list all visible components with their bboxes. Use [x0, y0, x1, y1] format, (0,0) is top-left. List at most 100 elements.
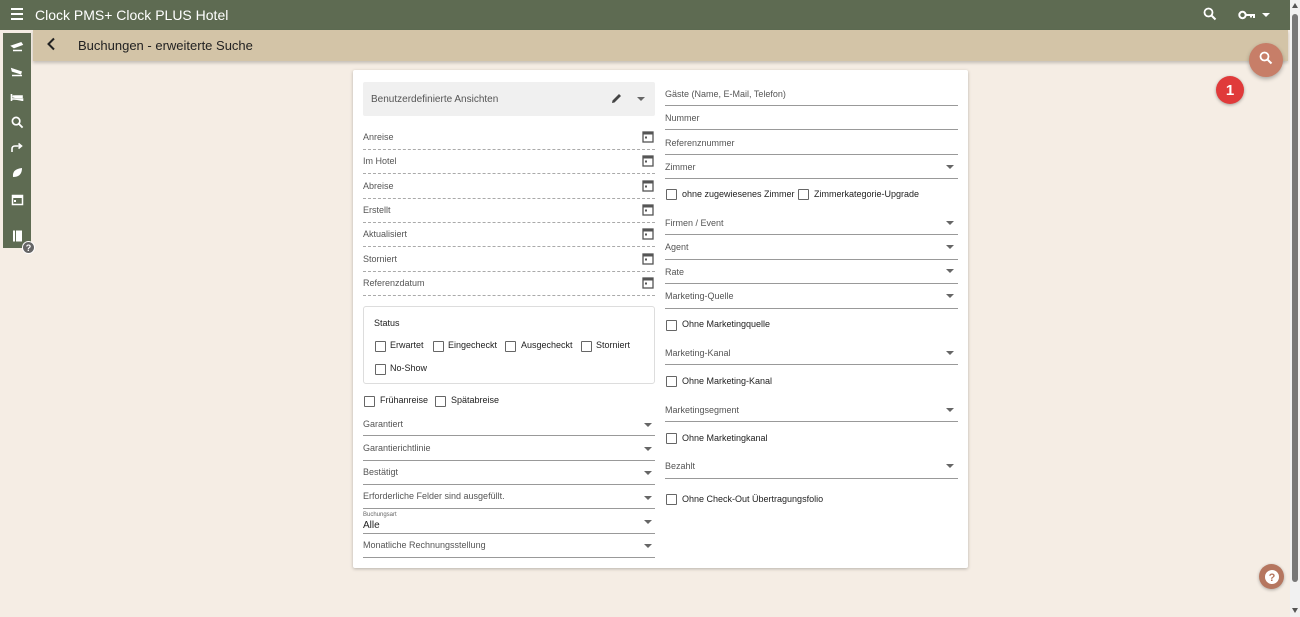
select-label: Zimmer — [665, 162, 696, 172]
checkbox-no-marketing-channel[interactable] — [666, 376, 677, 387]
arrival-plane-icon[interactable] — [10, 64, 24, 78]
checkbox-label: No-Show — [390, 363, 428, 373]
scroll-down-arrow-icon[interactable] — [1292, 608, 1298, 613]
select-label: Buchungsart — [363, 512, 397, 518]
chevron-down-icon — [644, 520, 652, 524]
checkbox-label: Ausgecheckt — [521, 340, 573, 350]
chevron-down-icon — [946, 245, 954, 249]
chevron-down-icon — [946, 165, 954, 169]
select-label: Marketingsegment — [665, 405, 740, 415]
bed-icon[interactable] — [10, 90, 24, 104]
help-question-icon: ? — [1264, 569, 1279, 584]
chevron-down-icon — [644, 471, 652, 475]
field-label: Storniert — [363, 254, 398, 264]
checkbox-cancelled[interactable] — [581, 341, 592, 352]
search-icon[interactable] — [10, 115, 24, 129]
checkbox-room-category-upgrade[interactable] — [798, 189, 809, 200]
select-label: Garantiert — [363, 419, 404, 429]
field-label: Im Hotel — [363, 156, 397, 166]
custom-views-label: Benutzerdefinierte Ansichten — [371, 94, 499, 105]
select-label: Firmen / Event — [665, 218, 724, 228]
select-label: Garantierichtlinie — [363, 443, 431, 453]
chevron-down-icon — [946, 351, 954, 355]
checkbox-label: Frühanreise — [380, 395, 429, 405]
checkbox-label: Erwartet — [390, 340, 424, 350]
field-label: Erstellt — [363, 205, 391, 215]
chevron-down-icon — [644, 496, 652, 500]
checkbox-label: Spätabreise — [451, 395, 500, 405]
scroll-up-arrow-icon[interactable] — [1292, 3, 1298, 8]
scrollbar-thumb[interactable] — [1292, 14, 1298, 582]
account-dropdown-caret-icon[interactable] — [1262, 13, 1270, 17]
book-icon[interactable] — [10, 229, 24, 243]
page-scrollbar[interactable] — [1290, 0, 1300, 617]
checkbox-no-marketing-source[interactable] — [666, 320, 677, 331]
calendar-icon[interactable] — [642, 252, 654, 265]
select-label: Marketing-Kanal — [665, 348, 731, 358]
edit-pencil-icon[interactable] — [610, 92, 623, 110]
back-arrow-icon[interactable] — [46, 37, 56, 56]
select-label: Marketing-Quelle — [665, 291, 734, 301]
departure-plane-icon[interactable] — [10, 39, 24, 53]
calendar-icon[interactable] — [642, 276, 654, 289]
step-number-badge: 1 — [1216, 76, 1244, 104]
select-label: Monatliche Rechnungsstellung — [363, 540, 486, 550]
checkbox-label: Eingecheckt — [448, 340, 498, 350]
custom-views-select[interactable]: Benutzerdefinierte Ansichten — [363, 82, 655, 116]
field-label: Anreise — [363, 132, 394, 142]
key-icon[interactable] — [1238, 8, 1256, 26]
status-title: Status — [374, 318, 400, 328]
chevron-down-icon — [946, 464, 954, 468]
help-button[interactable]: ? — [1259, 564, 1284, 589]
status-filter-group: Status Erwartet Eingecheckt Ausgecheckt … — [363, 306, 655, 384]
chevron-down-icon — [946, 221, 954, 225]
calendar-icon[interactable] — [642, 227, 654, 240]
chevron-down-icon — [946, 269, 954, 273]
checkbox-label: Zimmerkategorie-Upgrade — [814, 189, 920, 199]
checkbox-early-arrival[interactable] — [364, 396, 375, 407]
redo-arrow-icon[interactable] — [10, 141, 24, 155]
checkbox-label: Ohne Check-Out Übertragungsfolio — [682, 494, 824, 504]
checkbox-no-marketing-channel-2[interactable] — [666, 433, 677, 444]
chevron-down-icon — [644, 447, 652, 451]
side-navigation — [3, 33, 31, 248]
checkbox-no-show[interactable] — [375, 364, 386, 375]
select-label: Bezahlt — [665, 461, 696, 471]
app-title: Clock PMS+ Clock PLUS Hotel — [35, 7, 229, 23]
top-app-bar: Clock PMS+ Clock PLUS Hotel — [0, 0, 1300, 30]
search-fab-button[interactable] — [1249, 43, 1283, 77]
checkbox-checked-out[interactable] — [505, 341, 516, 352]
checkbox-late-departure[interactable] — [435, 396, 446, 407]
select-value: Alle — [363, 520, 380, 531]
calendar-icon[interactable] — [642, 203, 654, 216]
checkbox-expected[interactable] — [375, 341, 386, 352]
select-label: Rate — [665, 267, 685, 277]
calendar-icon[interactable] — [642, 130, 654, 143]
checkbox-no-checkout-transfer-folio[interactable] — [666, 494, 677, 505]
chevron-down-icon — [637, 97, 645, 101]
chevron-down-icon — [946, 408, 954, 412]
search-icon[interactable] — [1203, 7, 1217, 26]
search-icon — [1259, 51, 1273, 70]
select-label: Bestätigt — [363, 467, 399, 477]
checkbox-label: Storniert — [596, 340, 631, 350]
field-label: Aktualisiert — [363, 229, 408, 239]
checkbox-label: Ohne Marketing-Kanal — [682, 376, 773, 386]
checkbox-no-assigned-room[interactable] — [666, 189, 677, 200]
calendar-icon[interactable] — [642, 154, 654, 167]
leaf-icon[interactable] — [10, 166, 24, 180]
calendar-icon[interactable] — [10, 192, 24, 206]
sidebar-help-icon[interactable]: ? — [22, 241, 35, 254]
input-placeholder: Referenznummer — [665, 138, 735, 148]
hamburger-menu-icon[interactable] — [11, 8, 23, 22]
select-label: Agent — [665, 242, 689, 252]
advanced-search-card: Benutzerdefinierte Ansichten Anreise Im … — [353, 70, 968, 568]
field-label: Referenzdatum — [363, 278, 425, 288]
field-label: Abreise — [363, 181, 394, 191]
chevron-down-icon — [644, 423, 652, 427]
checkbox-checked-in[interactable] — [433, 341, 444, 352]
calendar-icon[interactable] — [642, 179, 654, 192]
input-placeholder: Gäste (Name, E-Mail, Telefon) — [665, 89, 786, 99]
chevron-down-icon — [644, 544, 652, 548]
checkbox-label: ohne zugewiesenes Zimmer — [682, 189, 795, 199]
